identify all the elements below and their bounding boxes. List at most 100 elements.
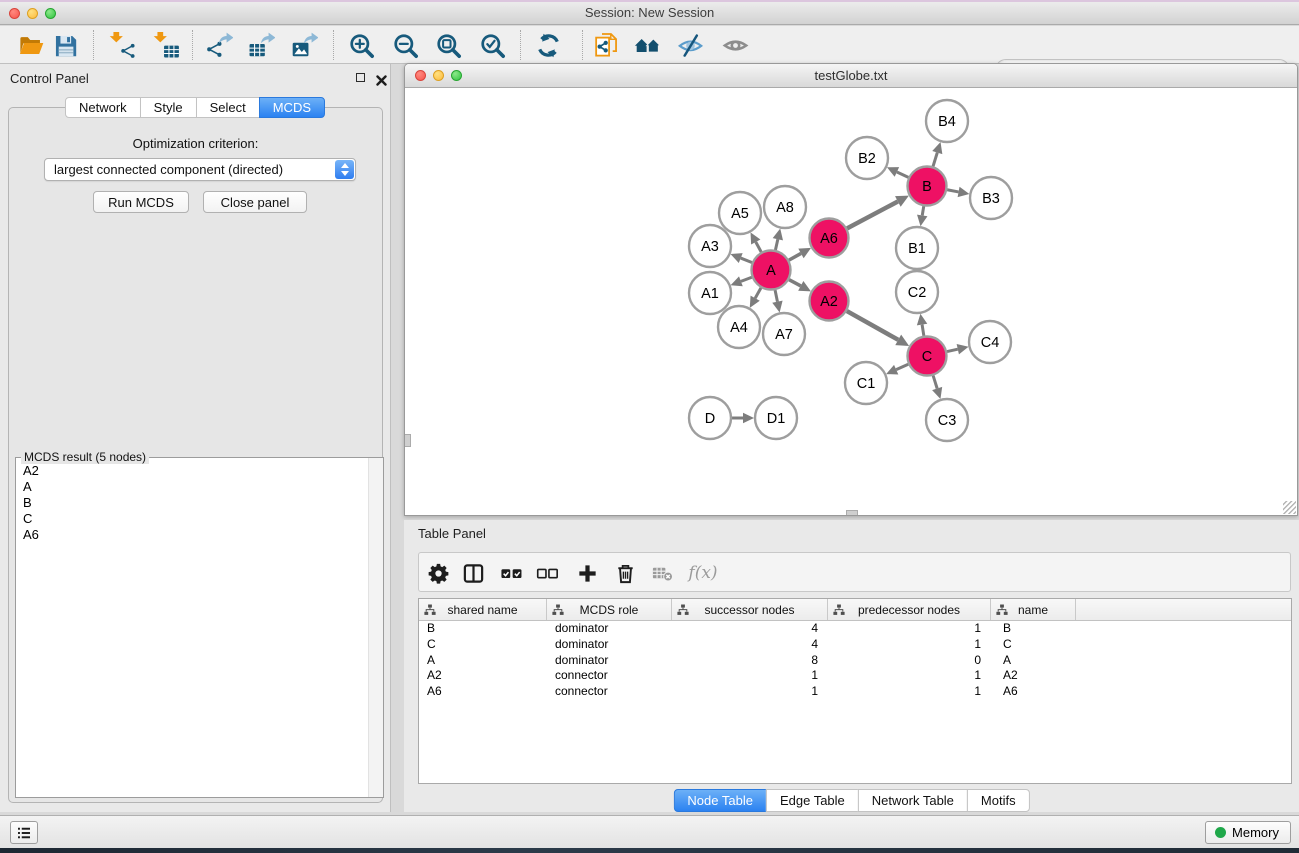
- graph-node-A4[interactable]: A4: [718, 306, 760, 348]
- close-network-window-button[interactable]: [415, 70, 426, 81]
- table-row-c[interactable]: Cdominator41C: [419, 637, 1291, 653]
- table-row-b[interactable]: Bdominator41B: [419, 621, 1291, 637]
- tab-mcds[interactable]: MCDS: [259, 97, 325, 118]
- close-panel-button[interactable]: Close panel: [203, 191, 307, 213]
- graph-edge-A-A3[interactable]: [741, 258, 752, 262]
- tab-network-table[interactable]: Network Table: [858, 789, 968, 812]
- graph-node-B2[interactable]: B2: [846, 137, 888, 179]
- graph-edge-B-B1[interactable]: [922, 206, 923, 215]
- minimize-window-button[interactable]: [27, 8, 38, 19]
- graph-node-C1[interactable]: C1: [845, 362, 887, 404]
- column-header-mcds-role[interactable]: MCDS role: [547, 599, 672, 620]
- result-item-b[interactable]: B: [23, 495, 367, 511]
- delete-column-button[interactable]: [610, 560, 640, 586]
- result-item-c[interactable]: C: [23, 511, 367, 527]
- import-network-button[interactable]: [105, 30, 139, 60]
- graph-node-A3[interactable]: A3: [689, 225, 731, 267]
- select-all-rows-button[interactable]: [496, 560, 526, 586]
- task-history-button[interactable]: [10, 821, 38, 844]
- close-window-button[interactable]: [9, 8, 20, 19]
- horizontal-scroll-handle[interactable]: [846, 510, 858, 515]
- graph-node-A[interactable]: A: [752, 251, 791, 290]
- zoom-fit-button[interactable]: [431, 30, 465, 60]
- graph-edge-B-B3[interactable]: [947, 190, 958, 192]
- optimization-criterion-dropdown[interactable]: largest connected component (directed): [44, 158, 356, 181]
- graph-edge-B-B2[interactable]: [897, 172, 909, 177]
- graph-edge-A-A8[interactable]: [775, 239, 777, 250]
- graph-edge-A-A7[interactable]: [775, 290, 777, 302]
- zoom-network-window-button[interactable]: [451, 70, 462, 81]
- graph-edge-A-A4[interactable]: [755, 288, 761, 298]
- zoom-window-button[interactable]: [45, 8, 56, 19]
- export-image-button[interactable]: [287, 30, 321, 60]
- table-row-a2[interactable]: A2connector11A2: [419, 668, 1291, 684]
- close-panel-icon[interactable]: [376, 73, 387, 84]
- network-canvas[interactable]: A A1 A2 A3 A4 A5 A6 A7 A8 B B1 B2 B3B4 C C1 C2 C3C4 D D1: [405, 89, 1297, 515]
- graph-node-A1[interactable]: A1: [689, 272, 731, 314]
- graph-node-A2[interactable]: A2: [810, 282, 849, 321]
- open-session-button[interactable]: [13, 30, 47, 60]
- network-window-titlebar[interactable]: testGlobe.txt: [405, 64, 1297, 88]
- graph-edge-C-C1[interactable]: [896, 364, 908, 369]
- network-from-file-button[interactable]: [589, 30, 623, 60]
- tab-network[interactable]: Network: [65, 97, 141, 118]
- graph-node-C2[interactable]: C2: [896, 271, 938, 313]
- hide-selected-button[interactable]: [673, 30, 707, 60]
- save-session-button[interactable]: [48, 30, 82, 60]
- graph-node-B[interactable]: B: [908, 167, 947, 206]
- memory-button[interactable]: Memory: [1205, 821, 1291, 844]
- graph-node-C[interactable]: C: [908, 337, 947, 376]
- graph-node-B1[interactable]: B1: [896, 227, 938, 269]
- graph-node-C3[interactable]: C3: [926, 399, 968, 441]
- graph-node-A6[interactable]: A6: [810, 219, 849, 258]
- column-header-shared-name[interactable]: shared name: [419, 599, 547, 620]
- zoom-selected-button[interactable]: [475, 30, 509, 60]
- graph-node-A8[interactable]: A8: [764, 186, 806, 228]
- graph-edge-A6-B[interactable]: [847, 201, 898, 228]
- deselect-all-rows-button[interactable]: [532, 560, 562, 586]
- table-row-a6[interactable]: A6connector11A6: [419, 684, 1291, 700]
- graph-node-C4[interactable]: C4: [969, 321, 1011, 363]
- graph-node-A5[interactable]: A5: [719, 192, 761, 234]
- show-all-button[interactable]: [718, 30, 752, 60]
- export-network-button[interactable]: [202, 30, 236, 60]
- result-item-a6[interactable]: A6: [23, 527, 367, 543]
- graph-node-D[interactable]: D: [689, 397, 731, 439]
- zoom-in-button[interactable]: [344, 30, 378, 60]
- export-table-button[interactable]: [244, 30, 278, 60]
- show-columns-button[interactable]: [458, 560, 488, 586]
- table-row-a[interactable]: Adominator80A: [419, 653, 1291, 669]
- graph-edge-A2-C[interactable]: [847, 311, 898, 340]
- graph-node-D1[interactable]: D1: [755, 397, 797, 439]
- result-scrollbar[interactable]: [368, 458, 383, 797]
- zoom-out-button[interactable]: [388, 30, 422, 60]
- graph-node-B3[interactable]: B3: [970, 177, 1012, 219]
- tab-edge-table[interactable]: Edge Table: [766, 789, 859, 812]
- graph-edge-A-A6[interactable]: [789, 253, 801, 260]
- tab-motifs[interactable]: Motifs: [967, 789, 1030, 812]
- function-builder-button[interactable]: f(x): [683, 560, 723, 586]
- minimize-network-window-button[interactable]: [433, 70, 444, 81]
- home-view-button[interactable]: [630, 30, 664, 60]
- resize-grip-icon[interactable]: [1283, 501, 1296, 514]
- column-header-name[interactable]: name: [991, 599, 1076, 620]
- graph-node-A7[interactable]: A7: [763, 313, 805, 355]
- column-header-successor-nodes[interactable]: successor nodes: [672, 599, 828, 620]
- run-mcds-button[interactable]: Run MCDS: [93, 191, 189, 213]
- graph-edge-C-C4[interactable]: [947, 349, 958, 351]
- graph-edge-B-B4[interactable]: [933, 153, 937, 167]
- tab-select[interactable]: Select: [196, 97, 260, 118]
- delete-table-button[interactable]: [647, 560, 677, 586]
- float-panel-icon[interactable]: [356, 73, 365, 82]
- result-item-a2[interactable]: A2: [23, 463, 367, 479]
- graph-edge-C-C3[interactable]: [933, 376, 937, 389]
- graph-node-B4[interactable]: B4: [926, 100, 968, 142]
- import-table-button[interactable]: [149, 30, 183, 60]
- graph-edge-A-A2[interactable]: [789, 280, 801, 286]
- graph-edge-A-A5[interactable]: [756, 242, 761, 252]
- tab-node-table[interactable]: Node Table: [673, 789, 767, 812]
- refresh-button[interactable]: [531, 30, 565, 60]
- vertical-scroll-handle[interactable]: [405, 434, 411, 447]
- tab-style[interactable]: Style: [140, 97, 197, 118]
- graph-edge-A-A1[interactable]: [741, 277, 752, 281]
